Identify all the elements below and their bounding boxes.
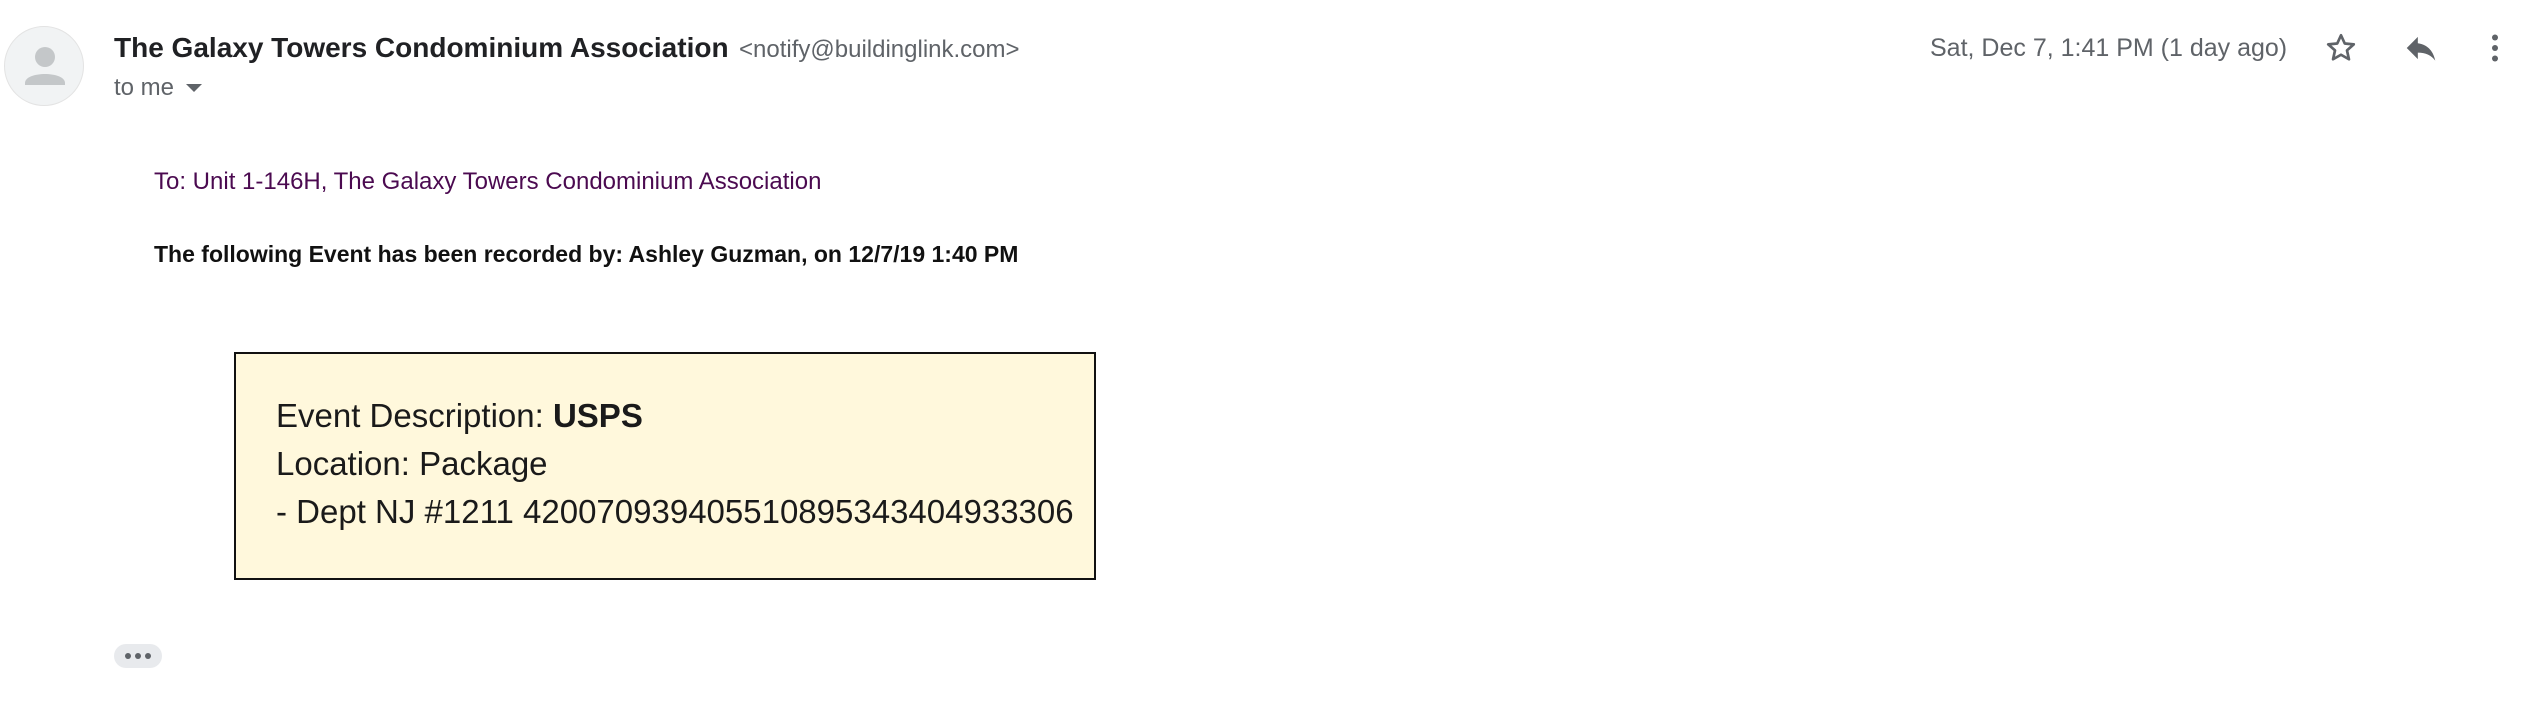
recorded-line: The following Event has been recorded by… [154, 241, 1019, 267]
email-date: Sat, Dec 7, 1:41 PM (1 day ago) [1930, 34, 2288, 62]
event-box: Event Description: USPS Location: Packag… [234, 352, 1096, 580]
ellipsis-icon [145, 653, 151, 659]
recipient-details-toggle[interactable]: to me [114, 70, 203, 106]
sender-row: The Galaxy Towers Condominium Associatio… [114, 30, 1020, 71]
person-icon [25, 47, 65, 85]
event-details: - Dept NJ #1211 420070939405510895343404… [276, 493, 1074, 530]
event-description: Event Description: USPS [276, 392, 1094, 440]
star-icon [2326, 33, 2356, 61]
ellipsis-icon [135, 653, 141, 659]
event-description-value: USPS [552, 397, 643, 434]
event-description-label: Event Description: [276, 397, 553, 434]
event-location: Location: Package [276, 445, 548, 482]
sender-name[interactable]: The Galaxy Towers Condominium Associatio… [114, 32, 729, 63]
chevron-down-icon[interactable] [186, 84, 203, 92]
recipient-label: to me [114, 74, 175, 101]
ellipsis-icon [125, 653, 131, 659]
reply-button[interactable] [2396, 23, 2446, 73]
star-button[interactable] [2316, 23, 2366, 73]
show-trimmed-content-button[interactable] [114, 644, 162, 668]
more-vert-icon [2492, 34, 2498, 62]
more-options-button[interactable] [2470, 23, 2520, 73]
to-line: To: Unit 1-146H, The Galaxy Towers Condo… [154, 168, 822, 195]
sender-email: <notify@buildinglink.com> [739, 36, 1020, 63]
avatar[interactable] [4, 26, 84, 106]
reply-icon [2406, 36, 2436, 61]
